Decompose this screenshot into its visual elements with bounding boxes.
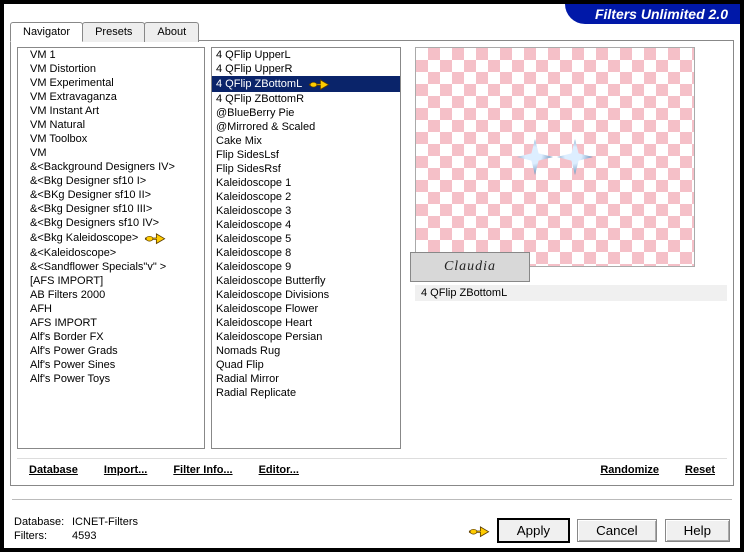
- pointer-icon: [144, 231, 166, 245]
- list-item[interactable]: Radial Replicate: [212, 386, 400, 400]
- list-item[interactable]: @Mirrored & Scaled: [212, 120, 400, 134]
- main-panel: VM 1VM DistortionVM ExperimentalVM Extra…: [10, 40, 734, 486]
- list-item[interactable]: VM Extravaganza: [26, 90, 204, 104]
- list-item[interactable]: AFH: [26, 302, 204, 316]
- list-item[interactable]: &<Bkg Designer sf10 III>: [26, 202, 204, 216]
- filter-name-label: 4 QFlip ZBottomL: [415, 285, 727, 301]
- list-item[interactable]: &<Bkg Designers sf10 IV>: [26, 216, 204, 230]
- list-item[interactable]: Flip SidesLsf: [212, 148, 400, 162]
- list-item[interactable]: [AFS IMPORT]: [26, 274, 204, 288]
- list-item[interactable]: Kaleidoscope 3: [212, 204, 400, 218]
- list-item[interactable]: VM Experimental: [26, 76, 204, 90]
- list-item[interactable]: Kaleidoscope Divisions: [212, 288, 400, 302]
- editor-button[interactable]: Editor...: [255, 462, 303, 478]
- preview-image: [415, 47, 695, 267]
- list-item[interactable]: &<Background Designers IV>: [26, 160, 204, 174]
- pointer-icon: [468, 524, 490, 538]
- tab-strip: NavigatorPresetsAbout: [10, 22, 198, 42]
- list-item[interactable]: Kaleidoscope Flower: [212, 302, 400, 316]
- pointer-icon: [308, 77, 330, 91]
- list-item[interactable]: VM Distortion: [26, 62, 204, 76]
- list-item[interactable]: Radial Mirror: [212, 372, 400, 386]
- help-button[interactable]: Help: [665, 519, 730, 542]
- list-item[interactable]: Cake Mix: [212, 134, 400, 148]
- list-item[interactable]: 4 QFlip UpperR: [212, 62, 400, 76]
- list-item[interactable]: Kaleidoscope Heart: [212, 316, 400, 330]
- list-item[interactable]: Kaleidoscope 9: [212, 260, 400, 274]
- tab-about[interactable]: About: [144, 22, 199, 42]
- list-item[interactable]: Alf's Power Sines: [26, 358, 204, 372]
- list-item[interactable]: VM 1: [26, 48, 204, 62]
- list-item[interactable]: &<Bkg Designer sf10 I>: [26, 174, 204, 188]
- list-item[interactable]: &<Bkg Kaleidoscope>: [26, 230, 204, 246]
- list-item[interactable]: Kaleidoscope 5: [212, 232, 400, 246]
- list-item[interactable]: Kaleidoscope 8: [212, 246, 400, 260]
- filter-info-button[interactable]: Filter Info...: [169, 462, 236, 478]
- apply-button[interactable]: Apply: [498, 519, 569, 542]
- tab-presets[interactable]: Presets: [82, 22, 145, 42]
- list-item[interactable]: VM Natural: [26, 118, 204, 132]
- list-item[interactable]: Quad Flip: [212, 358, 400, 372]
- list-item[interactable]: Alf's Power Grads: [26, 344, 204, 358]
- database-button[interactable]: Database: [25, 462, 82, 478]
- list-item[interactable]: Nomads Rug: [212, 344, 400, 358]
- list-item[interactable]: AFS IMPORT: [26, 316, 204, 330]
- list-item[interactable]: Alf's Border FX: [26, 330, 204, 344]
- watermark-badge: Claudia: [410, 252, 530, 282]
- list-item[interactable]: Kaleidoscope 4: [212, 218, 400, 232]
- list-item[interactable]: 4 QFlip UpperL: [212, 48, 400, 62]
- list-item[interactable]: Flip SidesRsf: [212, 162, 400, 176]
- reset-button[interactable]: Reset: [681, 462, 719, 478]
- list-item[interactable]: Kaleidoscope 1: [212, 176, 400, 190]
- list-item[interactable]: VM Toolbox: [26, 132, 204, 146]
- status-info: Database:ICNET-Filters Filters:4593: [14, 516, 138, 542]
- import-button[interactable]: Import...: [100, 462, 151, 478]
- list-item[interactable]: 4 QFlip ZBottomL: [212, 76, 400, 92]
- list-item[interactable]: Kaleidoscope Persian: [212, 330, 400, 344]
- cancel-button[interactable]: Cancel: [577, 519, 657, 542]
- title-bar: Filters Unlimited 2.0: [565, 4, 740, 24]
- list-item[interactable]: VM Instant Art: [26, 104, 204, 118]
- list-item[interactable]: Alf's Power Toys: [26, 372, 204, 386]
- tab-navigator[interactable]: Navigator: [10, 22, 83, 42]
- list-item[interactable]: Kaleidoscope Butterfly: [212, 274, 400, 288]
- list-item[interactable]: &<Kaleidoscope>: [26, 246, 204, 260]
- list-item[interactable]: Kaleidoscope 2: [212, 190, 400, 204]
- list-item[interactable]: &<Sandflower Specials"v" >: [26, 260, 204, 274]
- list-item[interactable]: 4 QFlip ZBottomR: [212, 92, 400, 106]
- list-item[interactable]: AB Filters 2000: [26, 288, 204, 302]
- category-list[interactable]: VM 1VM DistortionVM ExperimentalVM Extra…: [17, 47, 205, 449]
- panel-toolbar: Database Import... Filter Info... Editor…: [17, 458, 727, 481]
- randomize-button[interactable]: Randomize: [596, 462, 663, 478]
- filter-list[interactable]: 4 QFlip UpperL4 QFlip UpperR4 QFlip ZBot…: [211, 47, 401, 449]
- list-item[interactable]: VM: [26, 146, 204, 160]
- list-item[interactable]: @BlueBerry Pie: [212, 106, 400, 120]
- list-item[interactable]: &<BKg Designer sf10 II>: [26, 188, 204, 202]
